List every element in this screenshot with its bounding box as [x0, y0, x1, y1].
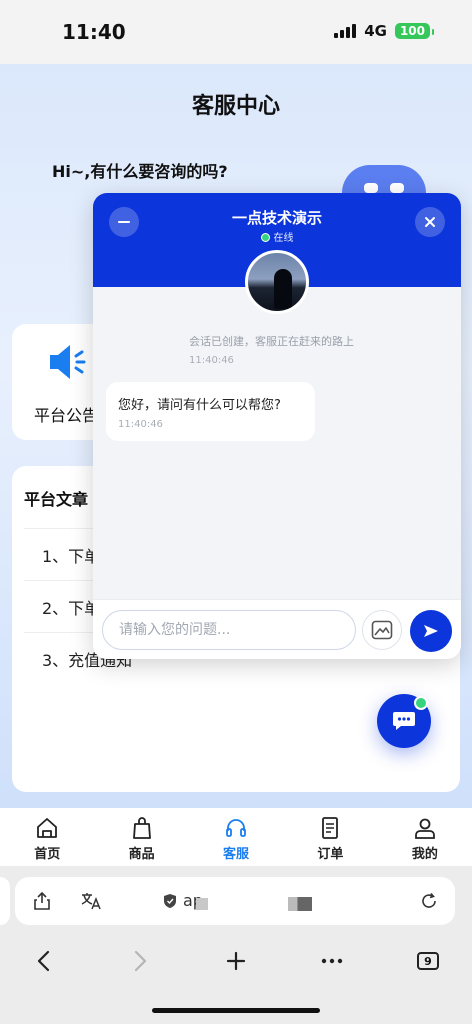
- url-redacted: [196, 898, 208, 910]
- article-section-title: 平台文章: [24, 490, 89, 509]
- tab-home[interactable]: 首页: [0, 808, 94, 866]
- tab-label: 首页: [34, 847, 61, 862]
- tab-label: 我的: [411, 847, 438, 862]
- send-icon: [424, 625, 438, 637]
- image-icon: [371, 620, 393, 640]
- status-bar: 11:40 4G 100: [0, 0, 472, 64]
- agent-message-time: 11:40:46: [118, 419, 163, 430]
- image-upload-button[interactable]: [362, 610, 402, 650]
- agent-message-bubble: 您好，请问有什么可以帮您? 11:40:46: [106, 382, 315, 441]
- system-message-time: 11:40:46: [189, 355, 234, 366]
- user-icon: [414, 818, 435, 839]
- tab-count: 9: [417, 952, 439, 970]
- send-button[interactable]: [410, 610, 452, 652]
- signal-icon: [334, 24, 357, 38]
- system-message: 会话已创建，客服正在赶来的路上: [189, 335, 354, 348]
- shield-icon: [163, 893, 177, 913]
- headset-icon: [226, 819, 246, 837]
- tabs-button[interactable]: 9: [414, 948, 442, 974]
- tab-label: 商品: [128, 847, 155, 862]
- reload-icon[interactable]: [420, 892, 438, 914]
- chat-status-label: 在线: [273, 233, 294, 244]
- article-item-label: 2、下单: [42, 599, 101, 618]
- close-button[interactable]: [415, 207, 445, 237]
- tab-label: 订单: [317, 847, 344, 862]
- chat-agent-name: 一点技术演示: [231, 209, 322, 227]
- article-item-label: 1、下单: [42, 547, 101, 566]
- chat-bubble-icon: [393, 712, 415, 730]
- speaker-icon: [48, 340, 88, 384]
- document-icon: [322, 817, 339, 839]
- forward-icon[interactable]: [126, 948, 154, 974]
- translate-icon[interactable]: [80, 891, 102, 915]
- agent-message-text: 您好，请问有什么可以帮您?: [118, 398, 281, 413]
- previous-tab-preview[interactable]: [0, 877, 10, 925]
- online-badge: [414, 696, 428, 710]
- chat-panel: 一点技术演示 在线 会话已创建，客服正在赶来的路上 11:40:46 您好，请问…: [93, 193, 461, 659]
- share-icon[interactable]: [32, 891, 52, 915]
- battery-icon: 100: [394, 23, 435, 39]
- notice-label: 平台公告: [34, 406, 99, 425]
- status-time: 11:40: [62, 20, 126, 44]
- chat-input-bar: [93, 599, 461, 659]
- page-title: 客服中心: [191, 94, 280, 119]
- tab-products[interactable]: 商品: [94, 808, 188, 866]
- tab-orders[interactable]: 订单: [283, 808, 377, 866]
- greeting-text: Hi~,有什么要咨询的吗?: [52, 162, 228, 181]
- home-indicator: [152, 1008, 320, 1013]
- back-icon[interactable]: [30, 948, 58, 974]
- online-dot-icon: [260, 233, 270, 242]
- url-redacted: [288, 897, 312, 911]
- new-tab-icon[interactable]: [222, 948, 250, 974]
- tab-label: 客服: [223, 847, 250, 862]
- bottom-tabbar: 首页 商品 客服 订单 我的: [0, 808, 472, 866]
- agent-avatar: [245, 250, 309, 314]
- more-icon[interactable]: [318, 948, 346, 974]
- network-type: 4G: [364, 22, 387, 40]
- tab-profile[interactable]: 我的: [378, 808, 472, 866]
- shopping-bag-icon: [132, 817, 151, 839]
- tab-service[interactable]: 客服: [189, 808, 283, 866]
- home-icon: [37, 818, 58, 838]
- chat-input[interactable]: [102, 610, 356, 650]
- chat-status: 在线: [93, 229, 461, 244]
- status-indicators: 4G 100: [334, 22, 435, 40]
- close-icon: [425, 217, 435, 227]
